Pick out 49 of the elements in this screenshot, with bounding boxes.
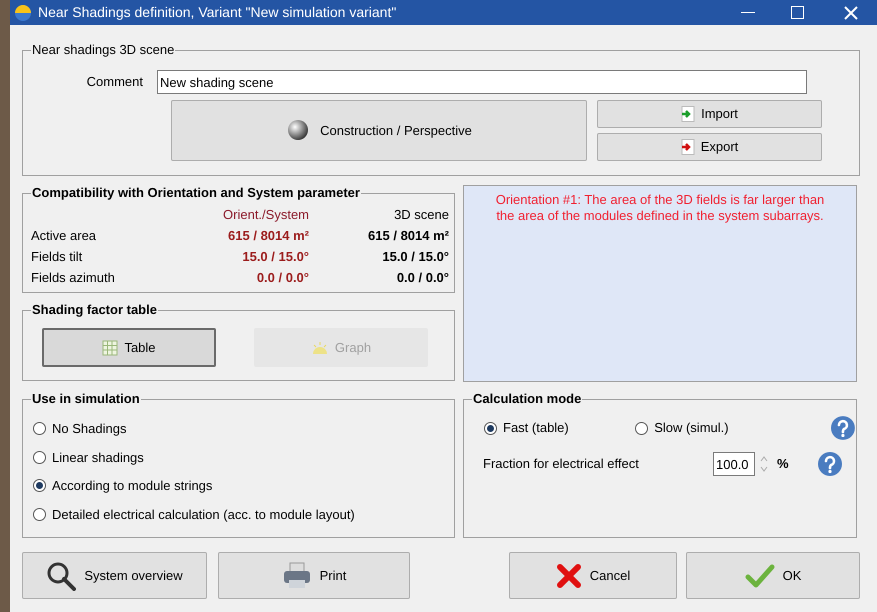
close-icon[interactable] — [844, 6, 858, 20]
row-label: Fields azimuth — [31, 269, 116, 287]
dialog-button[interactable]: System overview — [22, 552, 207, 599]
help-icon[interactable] — [817, 451, 843, 477]
radio-label: Fast (table) — [503, 419, 569, 438]
radio-button[interactable] — [635, 422, 648, 434]
construction-button[interactable]: Construction / Perspective — [171, 100, 587, 161]
scene-value: 615 / 8014 m² — [367, 227, 449, 245]
sun-chart-icon — [310, 340, 329, 354]
column-header: 3D scene — [393, 206, 449, 224]
warning-message: Orientation #1: The area of the 3D fields is far larger than the area of the modules defined in the system subarrays. — [494, 192, 826, 224]
dialog-button[interactable]: Print — [218, 552, 410, 599]
percent-unit: % — [777, 455, 790, 474]
maximize-icon[interactable] — [791, 6, 804, 19]
dialog-button[interactable]: Cancel — [509, 552, 677, 599]
import-button[interactable]: Import — [597, 100, 822, 128]
grid-icon — [102, 340, 118, 356]
search-icon — [46, 560, 76, 590]
radio-button[interactable] — [33, 508, 46, 521]
help-icon[interactable] — [830, 415, 856, 441]
radio-label: According to module strings — [52, 477, 212, 495]
system-value: 15.0 / 15.0° — [241, 248, 309, 266]
fraction-label: Fraction for electrical effect — [483, 455, 640, 474]
radio-label: No Shadings — [52, 420, 126, 438]
scene-value: 0.0 / 0.0° — [396, 269, 449, 287]
scene-value: 15.0 / 15.0° — [381, 248, 449, 266]
printer-icon — [282, 562, 312, 590]
system-value: 615 / 8014 m² — [227, 227, 309, 245]
dialog-button[interactable]: OK — [686, 552, 860, 599]
column-header: Orient./System — [222, 206, 309, 224]
system-value: 0.0 / 0.0° — [256, 269, 309, 287]
fraction-field[interactable]: 100.0 — [713, 452, 755, 476]
radio-button[interactable] — [33, 450, 46, 464]
app-icon — [14, 4, 32, 22]
radio-button[interactable] — [33, 422, 46, 436]
radio-label: Slow (simul.) — [654, 419, 729, 438]
radio-label: Linear shadings — [52, 448, 144, 467]
window-title: Near Shadings definition, Variant "New simulation variant" — [38, 3, 396, 22]
shading-view-button[interactable]: Table — [42, 328, 216, 367]
close-icon — [556, 562, 582, 588]
comment-field[interactable]: New shading scene — [157, 70, 807, 94]
comment-label: Comment — [86, 73, 144, 92]
row-label: Active area — [31, 227, 98, 245]
checkmark-icon — [744, 562, 775, 588]
radio-button[interactable] — [33, 479, 46, 492]
radio-label: Detailed electrical calculation (acc. to module layout) — [52, 506, 355, 524]
radio-button[interactable] — [484, 422, 497, 434]
export-button[interactable]: Export — [597, 133, 822, 161]
row-label: Fields tilt — [31, 248, 84, 266]
